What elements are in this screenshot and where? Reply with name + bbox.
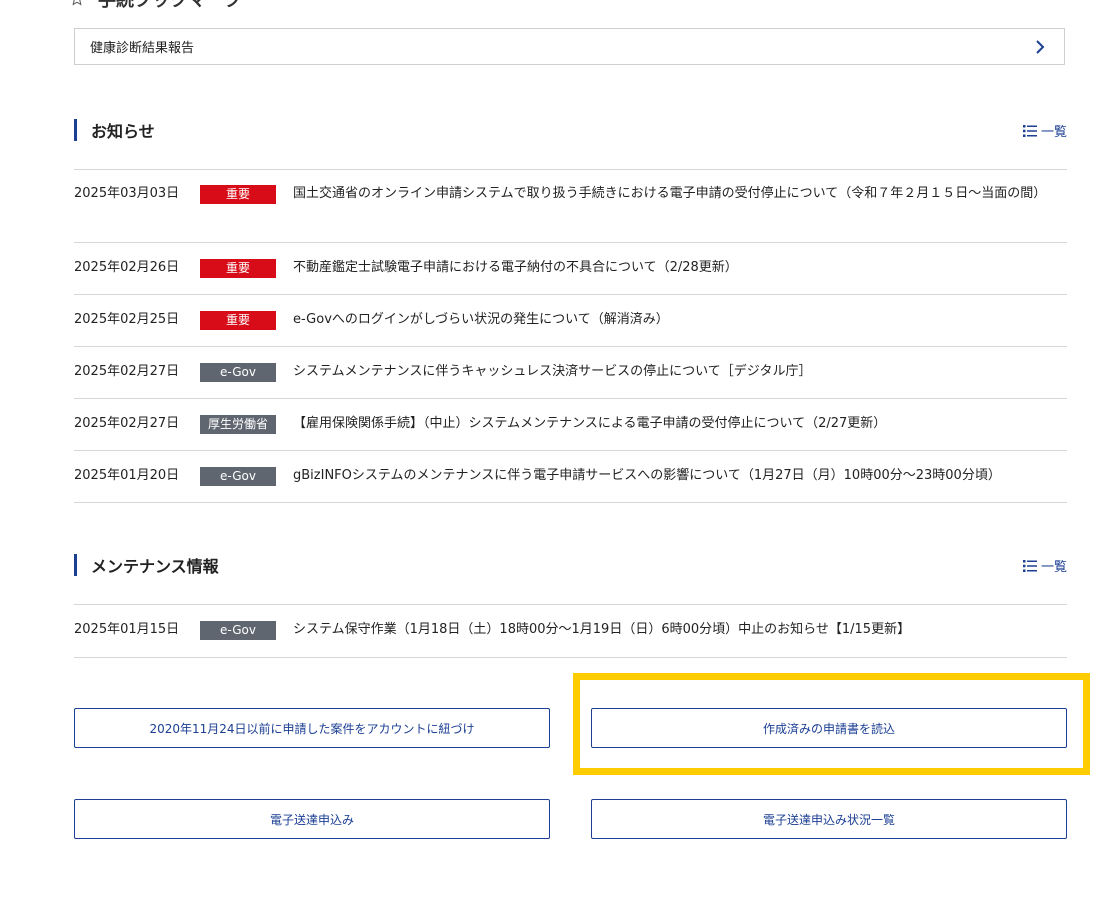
maintenance-list-link-label: 一覧 — [1040, 560, 1067, 575]
badge-important: 重要 — [200, 311, 276, 330]
load-application-button[interactable]: 作成済みの申請書を読込 — [591, 708, 1067, 748]
news-row[interactable]: 2025年01月20日 e-Gov gBizINFOシステムのメンテナンスに伴う… — [74, 451, 1067, 503]
news-date: 2025年02月26日 — [74, 260, 180, 275]
news-row[interactable]: 2025年03月03日 重要 国土交通省のオンライン申請システムで取り扱う手続き… — [74, 170, 1067, 243]
news-date: 2025年01月20日 — [74, 468, 180, 483]
news-date: 2025年02月27日 — [74, 364, 180, 379]
news-row[interactable]: 2025年01月15日 e-Gov システム保守作業（1月18日（土）18時00… — [74, 605, 1067, 658]
badge-category: e-Gov — [200, 621, 276, 640]
maintenance-title-text: メンテナンス情報 — [91, 557, 219, 576]
bookmark-link-health-report[interactable]: 健康診断結果報告 — [74, 28, 1065, 65]
maintenance-section-title: メンテナンス情報 — [74, 554, 219, 576]
list-icon — [1022, 559, 1037, 572]
news-row[interactable]: 2025年02月26日 重要 不動産鑑定士試験電子申請における電子納付の不具合に… — [74, 243, 1067, 295]
section-title-bar — [74, 119, 77, 141]
news-date: 2025年02月27日 — [74, 416, 180, 431]
news-date: 2025年01月15日 — [74, 622, 180, 637]
bookmark-heading-text: 手続ブックマーク — [98, 0, 242, 11]
badge-important: 重要 — [200, 259, 276, 278]
chevron-right-icon — [1036, 39, 1045, 54]
bookmark-heading: 手続ブックマーク — [70, 0, 242, 12]
news-title: システムメンテナンスに伴うキャッシュレス決済サービスの停止について［デジタル庁］ — [293, 364, 812, 379]
news-row[interactable]: 2025年02月27日 e-Gov システムメンテナンスに伴うキャッシュレス決済… — [74, 347, 1067, 399]
badge-category: e-Gov — [200, 467, 276, 486]
news-title: 【雇用保険関係手続】（中止）システムメンテナンスによる電子申請の受付停止について… — [293, 416, 887, 431]
news-title: 不動産鑑定士試験電子申請における電子納付の不具合について（2/28更新） — [293, 260, 738, 275]
badge-category: 厚生労働省 — [200, 415, 276, 434]
notices-list-link[interactable]: 一覧 — [1022, 121, 1067, 140]
notices-section-title: お知らせ — [74, 119, 155, 141]
news-title: gBizINFOシステムのメンテナンスに伴う電子申請サービスへの影響について（1… — [293, 468, 1001, 483]
section-title-bar — [74, 554, 77, 576]
list-icon — [1022, 124, 1037, 137]
bookmark-link-label: 健康診断結果報告 — [90, 41, 195, 56]
e-submission-status-button[interactable]: 電子送達申込み状況一覧 — [591, 799, 1067, 839]
news-title: システム保守作業（1月18日（土）18時00分～1月19日（日）6時00分頃）中… — [293, 622, 911, 637]
e-submission-button[interactable]: 電子送達申込み — [74, 799, 550, 839]
news-row[interactable]: 2025年02月27日 厚生労働省 【雇用保険関係手続】（中止）システムメンテナ… — [74, 399, 1067, 451]
badge-category: e-Gov — [200, 363, 276, 382]
news-row[interactable]: 2025年02月25日 重要 e-Govへのログインがしづらい状況の発生について… — [74, 295, 1067, 347]
notices-list: 2025年03月03日 重要 国土交通省のオンライン申請システムで取り扱う手続き… — [74, 169, 1067, 503]
news-date: 2025年03月03日 — [74, 186, 180, 201]
page: 手続ブックマーク 健康診断結果報告 お知らせ 一覧 2025年03月03日 重要… — [0, 0, 1119, 899]
news-title: 国土交通省のオンライン申請システムで取り扱う手続きにおける電子申請の受付停止につ… — [293, 186, 1047, 201]
notices-title-text: お知らせ — [91, 122, 155, 141]
news-date: 2025年02月25日 — [74, 312, 180, 327]
maintenance-list: 2025年01月15日 e-Gov システム保守作業（1月18日（土）18時00… — [74, 604, 1067, 658]
news-title: e-Govへのログインがしづらい状況の発生について（解消済み） — [293, 312, 669, 327]
star-icon — [72, 0, 82, 6]
maintenance-list-link[interactable]: 一覧 — [1022, 556, 1067, 575]
notices-list-link-label: 一覧 — [1040, 125, 1067, 140]
link-account-button[interactable]: 2020年11月24日以前に申請した案件をアカウントに紐づけ — [74, 708, 550, 748]
badge-important: 重要 — [200, 185, 276, 204]
